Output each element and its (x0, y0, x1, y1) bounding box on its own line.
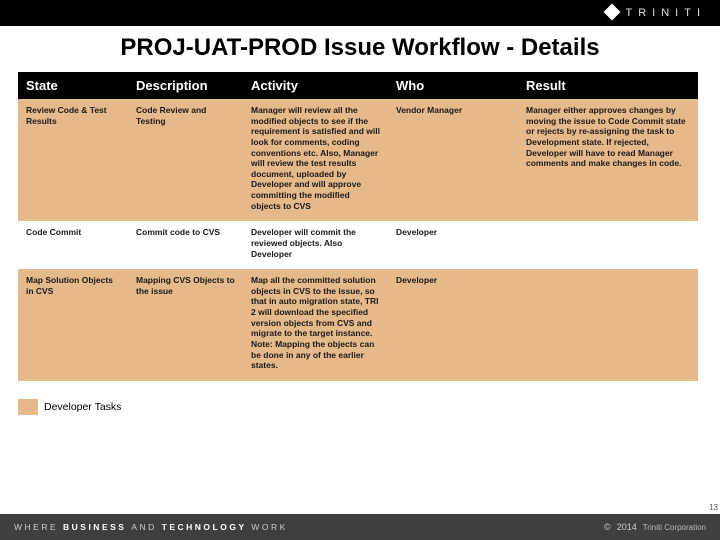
table-header-row: State Description Activity Who Result (18, 72, 698, 99)
page-title: PROJ-UAT-PROD Issue Workflow - Details (0, 34, 720, 62)
cell-act: Manager will review all the modified obj… (243, 99, 388, 221)
table-row: Map Solution Objects in CVS Mapping CVS … (18, 269, 698, 381)
copyright-corp: Triniti Corporation (643, 523, 706, 532)
table-row: Review Code & Test Results Code Review a… (18, 99, 698, 221)
cell-desc: Commit code to CVS (128, 221, 243, 269)
footer-tagline: WHERE BUSINESS AND TECHNOLOGY WORK (14, 522, 288, 532)
col-header-who: Who (388, 72, 518, 99)
table-row: Code Commit Commit code to CVS Developer… (18, 221, 698, 269)
cell-act: Developer will commit the reviewed objec… (243, 221, 388, 269)
col-header-act: Activity (243, 72, 388, 99)
cell-who: Developer (388, 221, 518, 269)
brand-name: TRINITI (626, 7, 707, 19)
col-header-desc: Description (128, 72, 243, 99)
bottom-bar: WHERE BUSINESS AND TECHNOLOGY WORK © 201… (0, 514, 720, 540)
tagline-part: AND (131, 522, 161, 532)
copyright-year: 2014 (617, 522, 637, 532)
tagline-part-bold: TECHNOLOGY (162, 522, 252, 532)
cell-who: Vendor Manager (388, 99, 518, 221)
workflow-table: State Description Activity Who Result Re… (18, 72, 698, 381)
cell-state: Review Code & Test Results (18, 99, 128, 221)
cell-desc: Mapping CVS Objects to the issue (128, 269, 243, 381)
brand: TRINITI (606, 7, 707, 19)
footer-copyright: © 2014 Triniti Corporation (604, 522, 706, 532)
cell-act: Map all the committed solution objects i… (243, 269, 388, 381)
cell-result (518, 221, 698, 269)
tagline-part: WHERE (14, 522, 63, 532)
col-header-result: Result (518, 72, 698, 99)
copyright-symbol: © (604, 522, 611, 532)
cell-state: Code Commit (18, 221, 128, 269)
legend-swatch (18, 399, 38, 415)
top-bar: TRINITI (0, 0, 720, 26)
legend: Developer Tasks (18, 399, 720, 415)
brand-logo-icon (603, 4, 620, 21)
tagline-part-bold: BUSINESS (63, 522, 131, 532)
cell-desc: Code Review and Testing (128, 99, 243, 221)
cell-result (518, 269, 698, 381)
cell-result: Manager either approves changes by movin… (518, 99, 698, 221)
cell-state: Map Solution Objects in CVS (18, 269, 128, 381)
cell-who: Developer (388, 269, 518, 381)
legend-label: Developer Tasks (44, 401, 121, 413)
col-header-state: State (18, 72, 128, 99)
tagline-part: WORK (251, 522, 287, 532)
page-number: 13 (709, 503, 720, 512)
